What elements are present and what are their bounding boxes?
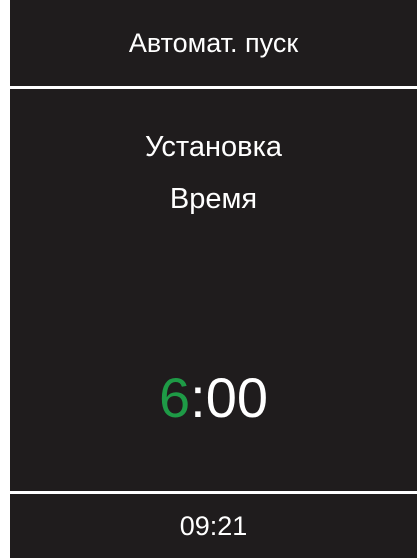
setting-label-line1: Установка bbox=[144, 131, 283, 163]
header-divider bbox=[10, 86, 417, 89]
time-minutes: :00 bbox=[190, 366, 268, 429]
display-screen: Автомат. пуск Установка Время 6:00 09:21 bbox=[10, 0, 417, 558]
screen-title: Автомат. пуск bbox=[128, 27, 299, 58]
time-setting-value[interactable]: 6:00 bbox=[10, 362, 417, 434]
setting-label-line2: Время bbox=[169, 183, 258, 215]
time-hour-editable[interactable]: 6 bbox=[159, 366, 190, 429]
current-clock: 09:21 bbox=[179, 510, 248, 541]
